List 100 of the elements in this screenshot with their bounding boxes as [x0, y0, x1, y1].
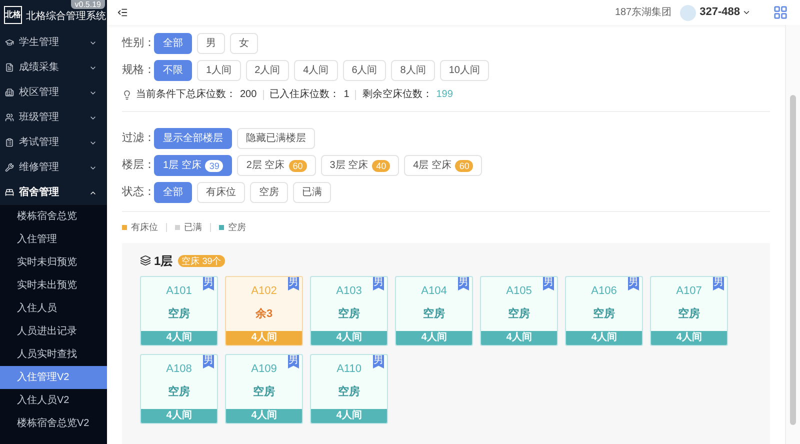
room-card[interactable]: 男 A101 空房 4人间: [140, 276, 218, 346]
room-status: 空房: [507, 306, 531, 322]
room-card[interactable]: 男 A107 空房 4人间: [650, 276, 728, 346]
bulb-icon: [122, 90, 132, 100]
stat-label: 已入住床位数：: [270, 88, 340, 102]
filter-option[interactable]: 女: [230, 33, 258, 54]
filter-option[interactable]: 显示全部楼层: [154, 128, 232, 149]
stat-value: 1: [344, 88, 350, 102]
gender-tag: 男: [713, 276, 724, 290]
room-type: 4人间: [141, 330, 217, 344]
menu-item[interactable]: 维修管理: [0, 155, 107, 180]
filter-option[interactable]: 男: [197, 33, 225, 54]
legend-label: 空房: [228, 221, 246, 234]
menu-item[interactable]: 考试管理: [0, 130, 107, 155]
room-type: 4人间: [226, 408, 302, 422]
filter-option[interactable]: 空房: [250, 182, 288, 203]
filter-option[interactable]: 4层 空床 60: [404, 155, 482, 176]
filter-label: 楼层：: [122, 158, 149, 174]
filter-option[interactable]: 4人间: [294, 60, 338, 81]
room-type: 4人间: [566, 330, 642, 344]
room-type: 4人间: [311, 330, 387, 344]
room-status: 空房: [337, 306, 361, 322]
room-card[interactable]: 男 A106 空房 4人间: [565, 276, 643, 346]
layers-icon: [140, 255, 151, 266]
menu-item[interactable]: 宿舍管理: [0, 180, 107, 205]
room-type: 4人间: [481, 330, 557, 344]
grid-icon[interactable]: [773, 5, 788, 20]
gender-tag: 男: [288, 354, 299, 368]
room-number: A101: [165, 284, 193, 298]
filter-option[interactable]: 6人间: [342, 60, 386, 81]
room-number: A110: [336, 362, 362, 376]
room-number: A109: [250, 362, 278, 376]
room-status: 空房: [592, 306, 616, 322]
filter-option[interactable]: 全部: [154, 182, 192, 203]
filter-option[interactable]: 10人间: [440, 60, 489, 81]
room-card[interactable]: 男 A109 空房 4人间: [225, 354, 303, 424]
filter-option[interactable]: 隐藏已满楼层: [237, 128, 315, 149]
room-type: 4人间: [311, 408, 387, 422]
filter-option[interactable]: 3层 空床 40: [320, 155, 400, 176]
gender-tag: 男: [203, 354, 214, 368]
filter-label: 状态：: [122, 184, 149, 200]
filter-option[interactable]: 全部: [154, 33, 192, 54]
version-badge: v0.5.19: [70, 0, 105, 9]
filter-label: 性别：: [122, 36, 149, 52]
filter-option[interactable]: 2人间: [246, 60, 290, 81]
gender-tag: 男: [373, 276, 384, 290]
app-title: 北格综合管理系统: [26, 11, 106, 23]
floor-badge: 空床 39个: [178, 254, 226, 266]
room-card[interactable]: 男 A104 空房 4人间: [395, 276, 473, 346]
user-menu[interactable]: 327-488: [700, 4, 751, 21]
menu-item[interactable]: 学生管理: [0, 30, 107, 55]
stat-value: 199: [436, 88, 453, 102]
avatar: [680, 4, 696, 20]
filter-option[interactable]: 8人间: [391, 60, 435, 81]
room-status: 空房: [337, 384, 361, 400]
gender-tag: 男: [203, 276, 214, 290]
room-number: A108: [165, 362, 193, 376]
count-badge: 60: [288, 160, 307, 172]
room-card[interactable]: 男 A103 空房 4人间: [310, 276, 388, 346]
stat-label: 剩余空床位数：: [362, 88, 432, 102]
filter-option[interactable]: 有床位: [197, 182, 245, 203]
room-number: A107: [675, 284, 703, 298]
room-type: 4人间: [651, 330, 727, 344]
scrollbar[interactable]: [785, 25, 800, 444]
menu-item[interactable]: 校区管理: [0, 80, 107, 105]
menu-item[interactable]: 成绩采集: [0, 55, 107, 80]
menu-item[interactable]: 班级管理: [0, 105, 107, 130]
filter-option[interactable]: 2层 空床 60: [237, 155, 316, 176]
room-number: A104: [420, 284, 448, 298]
filter-label: 过滤：: [122, 131, 149, 146]
room-card[interactable]: 男 A102 余3 4人间: [225, 276, 303, 346]
filter-option[interactable]: 已满: [293, 182, 331, 203]
room-card[interactable]: 男 A105 空房 4人间: [480, 276, 558, 346]
room-number: A103: [335, 284, 363, 298]
floor-title: 1层: [154, 252, 173, 270]
room-type: 4人间: [396, 330, 472, 344]
room-number: A105: [505, 284, 533, 298]
room-type: 4人间: [141, 408, 217, 422]
room-status: 空房: [252, 384, 276, 400]
filter-option[interactable]: 1层 空床 39: [154, 155, 232, 176]
logo: 北格: [4, 6, 22, 24]
filter-option[interactable]: 1人间: [197, 60, 241, 81]
filter-option[interactable]: 不限: [154, 60, 192, 81]
room-number: A102: [250, 284, 278, 298]
gender-tag: 男: [543, 276, 554, 290]
room-status: 余3: [254, 306, 274, 322]
stat-label: 当前条件下总床位数：: [136, 88, 236, 102]
room-card[interactable]: 男 A108 空房 4人间: [140, 354, 218, 424]
room-card[interactable]: 男 A110 空房 4人间: [310, 354, 388, 424]
org-name: 187东湖集团: [614, 6, 672, 20]
room-status: 空房: [167, 384, 191, 400]
gender-tag: 男: [373, 354, 384, 368]
room-type: 4人间: [226, 330, 302, 344]
legend-label: 有床位: [131, 221, 158, 234]
stat-value: 200: [240, 88, 257, 102]
room-status: 空房: [167, 306, 191, 322]
submenu-item[interactable]: 入住管理V2: [0, 366, 107, 389]
room-number: A106: [590, 284, 618, 298]
filter-label: 规格：: [122, 63, 149, 78]
room-status: 空房: [422, 306, 446, 322]
